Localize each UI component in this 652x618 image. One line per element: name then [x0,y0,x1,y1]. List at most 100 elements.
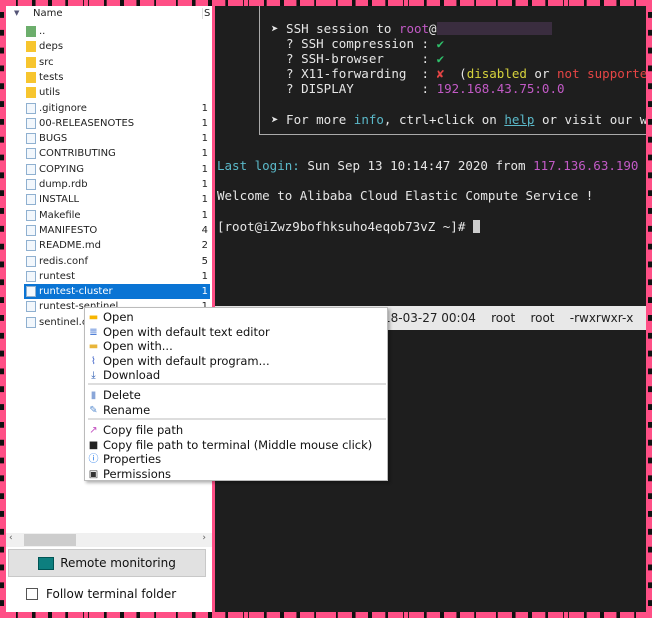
menu-item-open-with-default-program[interactable]: ⌇ Open with default program... [85,354,387,369]
menu-item-label: Copy file path to terminal (Middle mouse… [103,437,373,452]
file-row[interactable]: src [24,55,210,70]
file-name: 00-RELEASENOTES [39,117,135,129]
file-size: 2 [201,240,208,252]
file-row[interactable]: INSTALL 1 [24,192,210,207]
file-row[interactable]: runtest-cluster 1 [24,284,210,300]
text-editor-icon: ≣ [89,326,98,338]
file-icon [26,255,36,267]
scroll-left-button[interactable]: ‹ [9,533,13,543]
ssh-browser-line: ? SSH-browser : ✔ [271,51,445,66]
menu-item-open-with-default-text-editor[interactable]: ≣ Open with default text editor [85,325,387,340]
file-size: 4 [201,224,208,236]
checkbox[interactable] [26,588,38,600]
folder-icon [26,87,36,99]
file-row[interactable]: MANIFESTO 4 [24,223,210,238]
ssh-compression-line: ? SSH compression : ✔ [271,36,445,51]
file-icon [26,179,36,190]
file-icon [26,133,36,145]
menu-item-copy-file-path-to-terminal-middle-mouse-click[interactable]: ■ Copy file path to terminal (Middle mous… [85,438,387,453]
file-size: 5 [201,255,208,267]
file-row[interactable]: README.md 2 [24,238,210,253]
file-icon [26,163,36,175]
ssh-session-line: ➤ SSH session to root@ [271,21,552,36]
scroll-right-button[interactable]: › [202,533,206,543]
file-row[interactable]: deps [24,39,210,54]
display-line: ? DISPLAY : 192.168.43.75:0.0 [271,81,565,96]
open-with-icon: ▬ [88,341,99,352]
follow-terminal-checkbox[interactable]: Follow terminal folder [26,587,176,601]
menu-item-copy-file-path[interactable]: ↗ Copy file path [85,423,387,438]
file-row[interactable]: COPYING 1 [24,162,210,177]
cursor [472,220,480,233]
file-row[interactable]: .gitignore 1 [24,101,210,116]
file-name: tests [39,71,64,83]
folder-icon [26,41,36,53]
folder-icon: ▬ [88,312,99,323]
file-icon [26,148,36,160]
x11-forwarding-line: ? X11-forwarding : ✘ (disabled or not su… [271,66,646,81]
file-row[interactable]: 00-RELEASENOTES 1 [24,116,210,131]
copy-path-icon: ↗ [89,425,98,436]
file-size: 1 [201,102,208,114]
file-row[interactable]: dump.rdb 1 [24,177,210,192]
menu-item-delete[interactable]: ▮ Delete [85,388,387,403]
file-icon [26,301,36,313]
file-name: INSTALL [39,194,80,206]
file-icon [26,224,36,236]
file-name: dump.rdb [39,179,88,190]
file-row[interactable]: .. [24,24,210,39]
menu-item-label: Open with default text editor [103,324,270,339]
file-size: 1 [201,286,208,298]
file-size: 1 [201,209,208,221]
info-icon: ⓘ [88,454,99,465]
file-row[interactable]: redis.conf 5 [24,254,210,269]
terminal-icon: ■ [88,439,99,451]
file-size: 1 [201,270,208,282]
welcome-line: Welcome to Alibaba Cloud Elastic Compute… [217,188,594,203]
file-name: redis.conf [39,255,89,267]
file-name: CONTRIBUTING [39,148,116,160]
scrollbar-thumb[interactable] [24,534,76,546]
menu-item-label: Copy file path [103,423,184,437]
file-row[interactable]: BUGS 1 [24,131,210,146]
download-icon: ⤓ [91,370,96,381]
file-icon [26,194,36,206]
file-name: .gitignore [39,102,87,114]
menu-item-open[interactable]: ▬ Open [85,310,387,325]
size-column-header[interactable]: S [202,8,210,19]
file-row[interactable]: CONTRIBUTING 1 [24,146,210,161]
paperclip-icon: ⌇ [91,355,96,367]
file-row[interactable]: runtest 1 [24,269,210,284]
file-icon [26,209,36,221]
horizontal-scrollbar[interactable]: ‹ › [6,533,212,547]
file-name: COPYING [39,163,84,175]
file-size: 1 [201,194,208,206]
remote-monitoring-label: Remote monitoring [60,556,176,570]
file-name: Makefile [39,209,81,221]
file-name: runtest-cluster [39,286,113,298]
file-row[interactable]: utils [24,85,210,100]
menu-item-permissions[interactable]: ▣ Permissions [85,467,387,482]
menu-separator [88,383,386,385]
follow-terminal-label: Follow terminal folder [46,587,177,601]
file-row[interactable]: tests [24,70,210,85]
file-row[interactable]: Makefile 1 [24,208,210,223]
menu-item-download[interactable]: ⤓ Download [85,368,387,383]
menu-item-label: Permissions [103,466,172,481]
collapse-icon[interactable]: ▼ [14,9,19,17]
file-list-header: ▼ Name S [6,6,212,23]
remote-monitoring-button[interactable]: Remote monitoring [8,549,206,577]
file-size: 1 [201,117,208,129]
file-name: BUGS [39,133,68,145]
menu-item-open-with[interactable]: ▬ Open with... [85,339,387,354]
rename-icon: ✎ [89,404,98,416]
prompt-line[interactable]: [root@iZwz9bofhksuho4eqob73vZ ~]# [217,219,480,234]
help-link[interactable]: help [504,112,534,127]
file-size: 1 [201,148,208,160]
menu-item-rename[interactable]: ✎ Rename [85,403,387,418]
menu-item-label: Download [103,368,161,382]
name-column-header[interactable]: Name [33,8,63,19]
file-name: utils [39,87,61,99]
folder-icon [26,56,36,68]
menu-item-properties[interactable]: ⓘ Properties [85,452,387,467]
